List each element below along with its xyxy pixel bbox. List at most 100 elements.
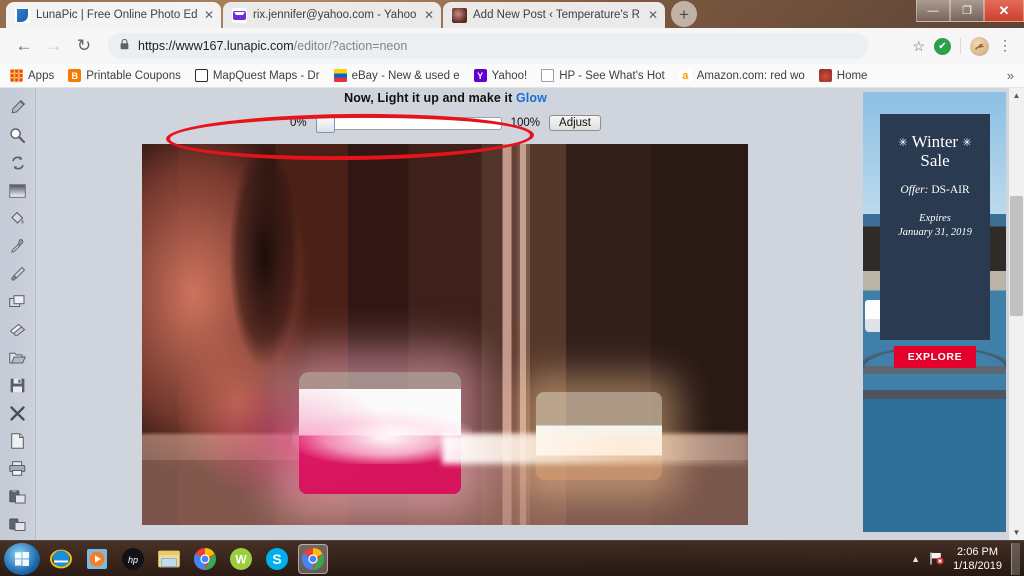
bookmark-label: eBay - New & used e <box>351 69 460 82</box>
scrollbar-thumb[interactable] <box>1010 196 1023 316</box>
advertisement-column: ✳ Winter ✳ Sale Offer: DS-AIR Expires Ja… <box>855 88 1024 540</box>
paste-icon[interactable] <box>5 512 31 537</box>
restore-button[interactable]: ❐ <box>950 0 984 22</box>
url-host: https://www167.lunapic.com <box>138 39 294 53</box>
ad-expires-date: January 31, 2019 <box>898 227 972 239</box>
glow-link[interactable]: Glow <box>516 91 547 105</box>
tab-list: LunaPic | Free Online Photo Edito ✕ rix.… <box>0 0 1024 28</box>
save-disk-icon[interactable] <box>5 373 31 398</box>
clock-time: 2:06 PM <box>957 545 999 558</box>
browser-menu-icon[interactable]: ⋮ <box>998 38 1012 52</box>
close-icon[interactable]: ✕ <box>423 8 435 22</box>
magnifier-icon[interactable] <box>5 123 31 148</box>
bookmark-printable-coupons[interactable]: B Printable Coupons <box>68 69 181 82</box>
bookmark-apps[interactable]: Apps <box>10 69 54 82</box>
bookmark-label: Yahoo! <box>491 69 528 82</box>
explore-button[interactable]: EXPLORE <box>894 346 976 368</box>
windows-taskbar: hp W S ▲ 2:06 PM 1/18/2019 <box>0 540 1024 576</box>
blogger-icon: B <box>68 69 82 82</box>
bookmarks-bar: Apps B Printable Coupons MapQuest Maps -… <box>0 64 1024 88</box>
minimize-button[interactable]: — <box>916 0 950 22</box>
svg-text:W: W <box>235 552 247 566</box>
close-icon[interactable]: ✕ <box>203 8 215 22</box>
tray-expand-icon[interactable]: ▲ <box>911 554 920 564</box>
paint-bucket-icon[interactable] <box>5 206 31 231</box>
tab-label: LunaPic | Free Online Photo Edito <box>36 9 197 21</box>
gradient-icon[interactable] <box>5 178 31 203</box>
extension-check-icon[interactable]: ✔ <box>934 37 951 55</box>
tab-lunapic[interactable]: LunaPic | Free Online Photo Edito ✕ <box>6 2 221 28</box>
url-text: https://www167.lunapic.com/editor/?actio… <box>138 39 407 53</box>
ad-title-line1: Winter <box>911 132 959 151</box>
close-button[interactable]: ✕ <box>984 0 1024 22</box>
snowflake-icon: ✳ <box>898 136 908 149</box>
address-bar[interactable]: https://www167.lunapic.com/editor/?actio… <box>108 33 868 59</box>
action-center-flag-icon[interactable] <box>929 551 944 566</box>
bookmark-label: Home <box>836 69 868 82</box>
rotate-icon[interactable] <box>5 151 31 176</box>
bookmark-hp[interactable]: HP - See What's Hot <box>541 69 665 82</box>
eraser-icon[interactable] <box>5 318 31 343</box>
glow-slider[interactable] <box>315 115 502 133</box>
edited-photo[interactable] <box>142 144 748 525</box>
system-tray: ▲ 2:06 PM 1/18/2019 <box>911 542 1024 575</box>
media-player-icon[interactable] <box>82 544 112 574</box>
taskbar-clock[interactable]: 2:06 PM 1/18/2019 <box>953 545 1002 573</box>
adjust-button[interactable]: Adjust <box>549 115 601 131</box>
copy-icon[interactable] <box>5 290 31 315</box>
tab-yahoo-mail[interactable]: rix.jennifer@yahoo.com - Yahoo ✕ <box>223 2 441 28</box>
glow-slider-row: 0% 100% Adjust <box>266 115 626 133</box>
wordpress-favicon <box>452 7 467 23</box>
ad-expires: Expires January 31, 2019 <box>880 212 990 240</box>
pencil-icon[interactable] <box>5 95 31 120</box>
clipboard-icon[interactable] <box>5 484 31 509</box>
start-button[interactable] <box>4 542 40 575</box>
slider-thumb[interactable] <box>315 115 335 133</box>
home-icon <box>818 69 832 82</box>
slider-min-label: 0% <box>289 117 307 129</box>
internet-explorer-icon[interactable] <box>46 544 76 574</box>
new-tab-button[interactable]: + <box>671 1 697 27</box>
page-content: Now, Light it up and make it Glow 0% 100… <box>0 88 1024 540</box>
hp-support-icon[interactable]: hp <box>118 544 148 574</box>
page-scrollbar[interactable]: ▲ ▼ <box>1009 88 1024 540</box>
winter-sale-ad[interactable]: ✳ Winter ✳ Sale Offer: DS-AIR Expires Ja… <box>863 92 1006 532</box>
back-button[interactable]: ← <box>10 32 38 60</box>
skype-icon[interactable]: S <box>262 544 292 574</box>
paintbrush-icon[interactable] <box>5 262 31 287</box>
eyedropper-icon[interactable] <box>5 234 31 259</box>
show-desktop-button[interactable] <box>1011 542 1020 575</box>
tab-add-new-post[interactable]: Add New Post ‹ Temperature's R ✕ <box>443 2 665 28</box>
open-folder-icon[interactable] <box>5 345 31 370</box>
url-path: /editor/?action=neon <box>293 39 408 53</box>
bookmarks-overflow-icon[interactable]: » <box>1007 68 1014 83</box>
avatar[interactable] <box>970 36 989 56</box>
scroll-up-icon[interactable]: ▲ <box>1009 88 1024 103</box>
printer-icon[interactable] <box>5 457 31 482</box>
scroll-down-icon[interactable]: ▼ <box>1009 525 1024 540</box>
close-x-icon[interactable] <box>5 401 31 426</box>
window-controls: — ❐ ✕ <box>916 0 1024 22</box>
bookmark-star-icon[interactable]: ☆ <box>912 38 925 55</box>
chrome-icon[interactable] <box>190 544 220 574</box>
bookmark-label: HP - See What's Hot <box>559 69 665 82</box>
chrome-active-icon[interactable] <box>298 543 328 574</box>
toolbar-actions: ☆ ✔ ⋮ <box>912 36 1014 56</box>
browser-window: LunaPic | Free Online Photo Edito ✕ rix.… <box>0 0 1024 540</box>
bookmark-amazon[interactable]: a Amazon.com: red wo <box>678 69 805 82</box>
apps-grid-icon <box>10 69 23 82</box>
bookmark-label: Apps <box>28 69 55 82</box>
svg-text:hp: hp <box>128 555 138 565</box>
bookmark-yahoo[interactable]: Y Yahoo! <box>473 69 528 82</box>
editor-main: Now, Light it up and make it Glow 0% 100… <box>36 88 855 540</box>
bookmark-ebay[interactable]: eBay - New & used e <box>333 69 460 82</box>
new-page-icon[interactable] <box>5 429 31 454</box>
reload-button[interactable]: ↻ <box>70 32 98 60</box>
bookmark-mapquest[interactable]: MapQuest Maps - Dr <box>194 69 320 82</box>
close-icon[interactable]: ✕ <box>647 8 659 22</box>
forward-button[interactable]: → <box>40 32 68 60</box>
w-app-icon[interactable]: W <box>226 544 256 574</box>
bookmark-home[interactable]: Home <box>818 69 868 82</box>
file-explorer-icon[interactable] <box>154 544 184 574</box>
tab-strip: LunaPic | Free Online Photo Edito ✕ rix.… <box>0 0 1024 28</box>
